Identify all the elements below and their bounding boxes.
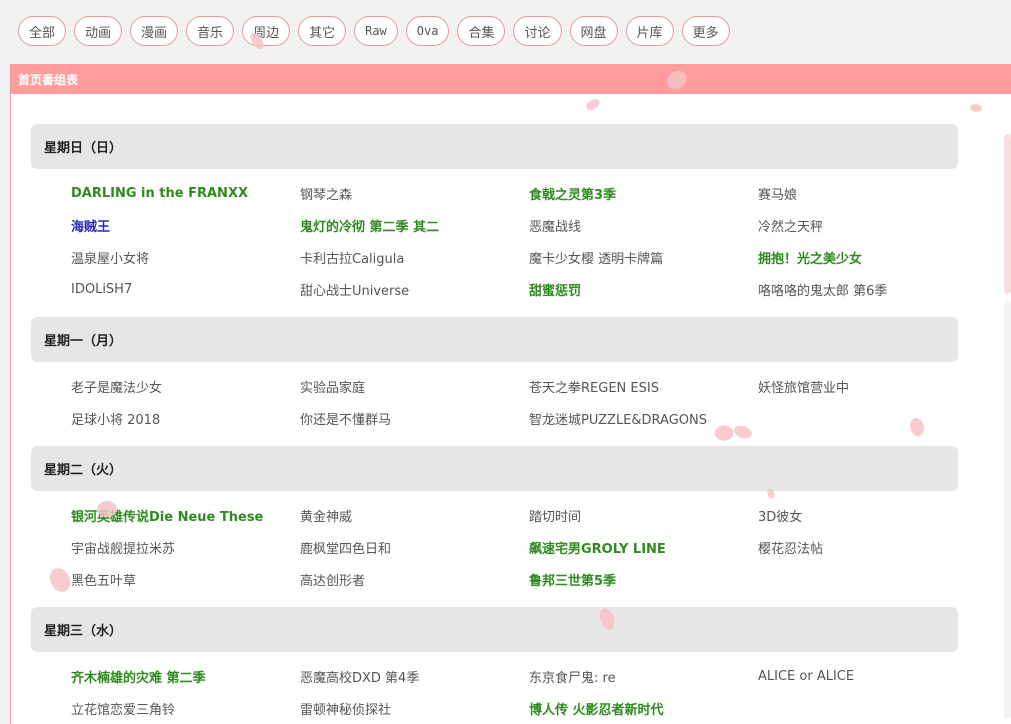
anime-link[interactable]: 恶魔战线 (529, 216, 758, 235)
day-header: 星期一（月） (31, 317, 958, 362)
anime-link[interactable]: 银河英雄传说Die Neue These (71, 506, 300, 525)
anime-link[interactable]: 温泉屋小女将 (71, 248, 300, 267)
anime-link[interactable]: 飙速宅男GROLY LINE (529, 538, 758, 557)
day-header: 星期日（日） (31, 124, 958, 169)
anime-row: IDOLiSH7 甜心战士Universe 甜蜜惩罚 咯咯咯的鬼太郎 第6季 (71, 273, 987, 305)
anime-link[interactable]: 苍天之拳REGEN ESIS (529, 377, 758, 396)
anime-link[interactable]: 甜蜜惩罚 (529, 280, 758, 299)
anime-link[interactable]: ALICE or ALICE (758, 669, 987, 684)
anime-link[interactable]: IDOLiSH7 (71, 282, 300, 297)
anime-link[interactable]: 鲁邦三世第5季 (529, 570, 758, 589)
anime-link[interactable]: 宇宙战舰提拉米苏 (71, 538, 300, 557)
anime-link[interactable]: 赛马娘 (758, 184, 987, 203)
anime-row: 温泉屋小女将 卡利古拉Caligula 魔卡少女樱 透明卡牌篇 拥抱！光之美少女 (71, 241, 987, 273)
day-anime-grid: DARLING in the FRANXX 钢琴之森 食戟之灵第3季 赛马娘 海贼王 鬼灯… (71, 177, 987, 305)
anime-row: 黑色五叶草 高达创形者 鲁邦三世第5季 (71, 563, 987, 595)
category-nav: 全部 动画 漫画 音乐 周边 其它 Raw Ova 合集 讨论 网盘 片库 更多 (18, 16, 730, 46)
anime-link[interactable]: 3D彼女 (758, 506, 987, 525)
anime-link[interactable]: 黄金神威 (300, 506, 529, 525)
anime-link[interactable]: 齐木楠雄的灾难 第二季 (71, 667, 300, 686)
anime-link[interactable]: 踏切时间 (529, 506, 758, 525)
nav-button-5[interactable]: 其它 (298, 16, 347, 46)
nav-button-6[interactable]: Raw (354, 16, 398, 46)
day-anime-grid: 老子是魔法少女 实验品家庭 苍天之拳REGEN ESIS 妖怪旅馆营业中 足球小将 20… (71, 370, 987, 434)
anime-link[interactable]: 你还是不懂群马 (300, 409, 529, 428)
anime-row: 足球小将 2018 你还是不懂群马 智龙迷城PUZZLE&DRAGONS (71, 402, 987, 434)
anime-link[interactable]: 东京食尸鬼: re (529, 667, 758, 686)
anime-link[interactable]: 钢琴之森 (300, 184, 529, 203)
nav-button-11[interactable]: 片库 (625, 16, 674, 46)
nav-button-0[interactable]: 全部 (18, 16, 67, 46)
anime-link[interactable]: 立花馆恋爱三角铃 (71, 699, 300, 718)
nav-button-7[interactable]: Ova (405, 16, 450, 46)
anime-link[interactable]: 恶魔高校DXD 第4季 (300, 667, 529, 686)
day-header: 星期二（火） (31, 446, 958, 491)
nav-button-12[interactable]: 更多 (681, 16, 730, 46)
day-anime-grid: 银河英雄传说Die Neue These 黄金神威 踏切时间 3D彼女 宇宙战舰提拉米苏… (71, 499, 987, 595)
anime-link[interactable]: DARLING in the FRANXX (71, 186, 300, 201)
anime-link[interactable]: 咯咯咯的鬼太郎 第6季 (758, 280, 987, 299)
anime-link[interactable]: 食戟之灵第3季 (529, 184, 758, 203)
nav-button-9[interactable]: 讨论 (513, 16, 562, 46)
anime-link[interactable]: 足球小将 2018 (71, 409, 300, 428)
anime-row: DARLING in the FRANXX 钢琴之森 食戟之灵第3季 赛马娘 (71, 177, 987, 209)
anime-link[interactable]: 拥抱！光之美少女 (758, 248, 987, 267)
anime-link[interactable]: 博人传 火影忍者新时代 (529, 699, 758, 718)
anime-row: 银河英雄传说Die Neue These 黄金神威 踏切时间 3D彼女 (71, 499, 987, 531)
anime-link[interactable]: 甜心战士Universe (300, 280, 529, 299)
anime-row: 宇宙战舰提拉米苏 鹿枫堂四色日和 飙速宅男GROLY LINE 樱花忍法帖 (71, 531, 987, 563)
anime-link[interactable]: 冷然之天秤 (758, 216, 987, 235)
schedule-panel: 首页番组表 星期日（日） DARLING in the FRANXX 钢琴之森 食戟之… (10, 64, 1011, 724)
day-anime-grid: 齐木楠雄的灾难 第二季 恶魔高校DXD 第4季 东京食尸鬼: re ALICE or … (71, 660, 987, 724)
nav-button-2[interactable]: 漫画 (130, 16, 179, 46)
anime-link[interactable]: 高达创形者 (300, 570, 529, 589)
anime-link[interactable]: 黑色五叶草 (71, 570, 300, 589)
anime-link[interactable]: 鬼灯的冷彻 第二季 其二 (300, 216, 529, 235)
anime-link[interactable]: 妖怪旅馆营业中 (758, 377, 987, 396)
anime-link[interactable]: 鹿枫堂四色日和 (300, 538, 529, 557)
anime-row: 立花馆恋爱三角铃 雷顿神秘侦探社 博人传 火影忍者新时代 (71, 692, 987, 724)
panel-title: 首页番组表 (11, 64, 1011, 94)
scrollbar-thumb[interactable] (1004, 134, 1011, 294)
anime-row: 海贼王 鬼灯的冷彻 第二季 其二 恶魔战线 冷然之天秤 (71, 209, 987, 241)
nav-button-1[interactable]: 动画 (74, 16, 123, 46)
anime-link[interactable]: 雷顿神秘侦探社 (300, 699, 529, 718)
nav-button-10[interactable]: 网盘 (569, 16, 618, 46)
anime-row: 老子是魔法少女 实验品家庭 苍天之拳REGEN ESIS 妖怪旅馆营业中 (71, 370, 987, 402)
anime-link[interactable]: 实验品家庭 (300, 377, 529, 396)
nav-button-8[interactable]: 合集 (457, 16, 506, 46)
anime-row: 齐木楠雄的灾难 第二季 恶魔高校DXD 第4季 东京食尸鬼: re ALICE or … (71, 660, 987, 692)
anime-link[interactable]: 智龙迷城PUZZLE&DRAGONS (529, 409, 758, 428)
anime-link[interactable]: 老子是魔法少女 (71, 377, 300, 396)
day-header: 星期三（水） (31, 607, 958, 652)
nav-button-3[interactable]: 音乐 (186, 16, 235, 46)
scrollbar-track[interactable] (1004, 300, 1011, 719)
anime-link[interactable]: 魔卡少女樱 透明卡牌篇 (529, 248, 758, 267)
anime-link[interactable]: 海贼王 (71, 216, 300, 235)
anime-link[interactable]: 樱花忍法帖 (758, 538, 987, 557)
nav-button-4[interactable]: 周边 (242, 16, 291, 46)
anime-link[interactable]: 卡利古拉Caligula (300, 248, 529, 267)
